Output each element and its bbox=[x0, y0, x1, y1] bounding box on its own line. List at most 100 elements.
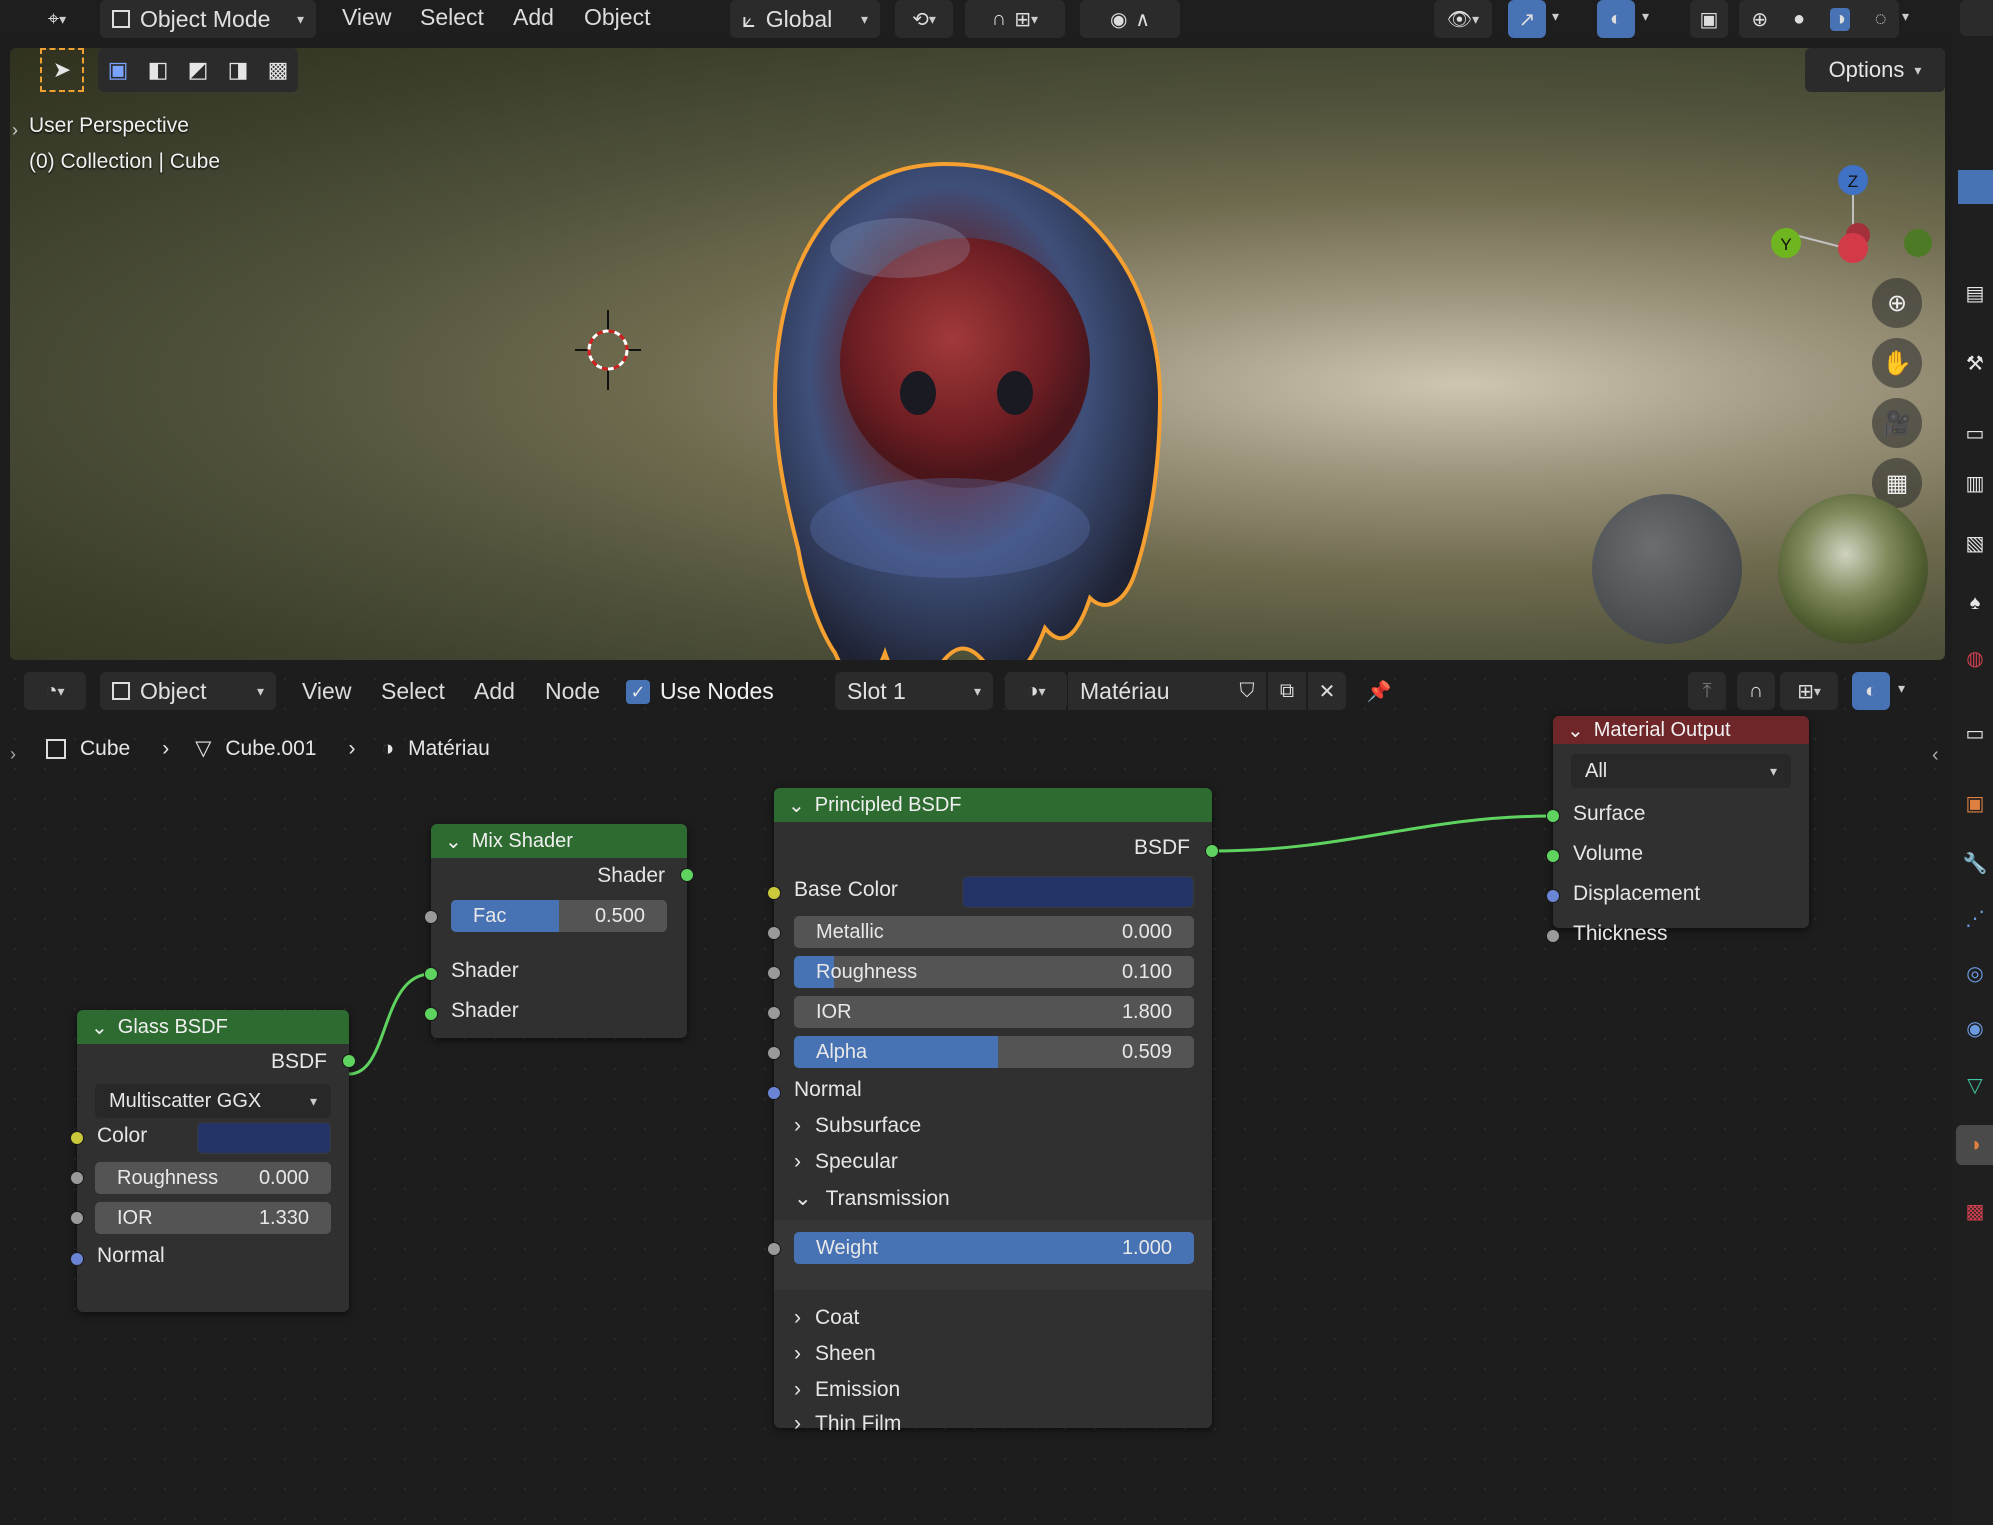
glass-bsdf-output-socket[interactable] bbox=[342, 1054, 356, 1068]
principled-base-color-swatch[interactable] bbox=[962, 876, 1194, 908]
menu-view[interactable]: View bbox=[342, 4, 391, 31]
tool-tab-icon[interactable]: ▤ bbox=[1962, 280, 1988, 306]
principled-ior-field[interactable]: IOR 1.800 bbox=[794, 996, 1194, 1028]
panel-coat[interactable]: › Coat bbox=[794, 1306, 859, 1330]
select-intersect-icon[interactable]: ▩ bbox=[268, 57, 289, 83]
sidebar-toggle-arrow[interactable]: › bbox=[12, 120, 18, 141]
particles-tab-icon[interactable]: ⋰ bbox=[1962, 905, 1988, 931]
overlays-toggle-button[interactable]: ◐ bbox=[1597, 0, 1635, 38]
glass-bsdf-node[interactable]: ⌄ Glass BSDF BSDF Multiscatter GGX ▾ Col… bbox=[70, 1010, 356, 1312]
object-tab-icon[interactable]: ▣ bbox=[1962, 790, 1988, 816]
glass-color-socket[interactable] bbox=[70, 1131, 84, 1145]
glass-ior-socket[interactable] bbox=[70, 1211, 84, 1225]
properties-header-button[interactable] bbox=[1960, 0, 1993, 36]
glass-roughness-socket[interactable] bbox=[70, 1171, 84, 1185]
output-volume-socket[interactable] bbox=[1546, 849, 1560, 863]
mix-node-header[interactable]: ⌄ Mix Shader bbox=[431, 824, 687, 858]
outliner-selected-row[interactable] bbox=[1958, 170, 1993, 204]
3d-viewport[interactable]: ➤ ▣ ◧ ◩ ◨ ▩ Options ▾ › User Perspective … bbox=[10, 48, 1945, 660]
select-extend-icon[interactable]: ◧ bbox=[148, 57, 169, 83]
data-tab-icon[interactable]: ▽ bbox=[1962, 1072, 1988, 1098]
shader-editor[interactable]: ◔ ▾ Object ▾ View Select Add Node ✓ Use N… bbox=[0, 664, 1945, 1525]
principled-roughness-field[interactable]: Roughness 0.100 bbox=[794, 956, 1194, 988]
mix-fac-socket[interactable] bbox=[424, 910, 438, 924]
panel-sheen[interactable]: › Sheen bbox=[794, 1342, 876, 1366]
material-preview-shading-icon[interactable]: ◑ bbox=[1829, 7, 1850, 31]
principled-base-color-socket[interactable] bbox=[767, 886, 781, 900]
zoom-button[interactable]: ⊕ bbox=[1872, 278, 1922, 328]
principled-bsdf-output-socket[interactable] bbox=[1205, 844, 1219, 858]
gizmo-toggle-button[interactable]: ↗ bbox=[1508, 0, 1546, 38]
options-dropdown[interactable]: Options ▾ bbox=[1805, 48, 1945, 92]
material-tab-icon[interactable]: ◑ bbox=[1956, 1125, 1993, 1165]
output-target-dropdown[interactable]: All ▾ bbox=[1571, 754, 1791, 788]
xray-toggle-button[interactable]: ▣ bbox=[1690, 0, 1728, 38]
principled-metallic-field[interactable]: Metallic 0.000 bbox=[794, 916, 1194, 948]
pivot-point-button[interactable]: ⟲ ▾ bbox=[895, 0, 953, 38]
chevron-down-icon[interactable]: ▾ bbox=[1552, 8, 1559, 26]
output-tab-icon[interactable]: ▭ bbox=[1962, 420, 1988, 446]
mix-shader-node[interactable]: ⌄ Mix Shader Shader Fac 0.500 Shader Sha… bbox=[424, 824, 694, 1038]
solid-shading-icon[interactable]: ● bbox=[1793, 8, 1805, 31]
menu-select[interactable]: Select bbox=[420, 4, 484, 31]
physics-tab-icon[interactable]: ◎ bbox=[1962, 960, 1988, 986]
panel-thin-film[interactable]: › Thin Film bbox=[794, 1412, 901, 1436]
panel-specular[interactable]: › Specular bbox=[794, 1150, 898, 1174]
collection-tab-icon[interactable]: ▭ bbox=[1962, 720, 1988, 746]
menu-object[interactable]: Object bbox=[584, 4, 650, 31]
mode-dropdown[interactable]: Object Mode ▾ bbox=[100, 0, 316, 38]
pan-button[interactable]: ✋ bbox=[1872, 338, 1922, 388]
mix-shader-output-socket[interactable] bbox=[680, 868, 694, 882]
glass-node-header[interactable]: ⌄ Glass BSDF bbox=[77, 1010, 349, 1044]
principled-alpha-socket[interactable] bbox=[767, 1046, 781, 1060]
select-invert-icon[interactable]: ◨ bbox=[228, 57, 249, 83]
output-displacement-socket[interactable] bbox=[1546, 889, 1560, 903]
constraints-tab-icon[interactable]: ◉ bbox=[1962, 1015, 1988, 1041]
wireframe-shading-icon[interactable]: ⊕ bbox=[1751, 7, 1768, 32]
glass-roughness-field[interactable]: Roughness 0.000 bbox=[95, 1162, 331, 1194]
principled-bsdf-node[interactable]: ⌄ Principled BSDF BSDF Base Color Metall… bbox=[767, 788, 1219, 1435]
texture-tab-icon[interactable]: ▩ bbox=[1962, 1198, 1988, 1224]
menu-add[interactable]: Add bbox=[513, 4, 554, 31]
select-tool-button[interactable]: ➤ bbox=[40, 48, 84, 92]
select-new-icon[interactable]: ▣ bbox=[108, 57, 129, 83]
snapping-button[interactable]: ∩ ⊞ ▾ bbox=[965, 0, 1065, 38]
glass-ior-field[interactable]: IOR 1.330 bbox=[95, 1202, 331, 1234]
principled-metallic-socket[interactable] bbox=[767, 926, 781, 940]
glass-normal-socket[interactable] bbox=[70, 1252, 84, 1266]
principled-weight-field[interactable]: Weight 1.000 bbox=[794, 1232, 1194, 1264]
principled-normal-socket[interactable] bbox=[767, 1086, 781, 1100]
world-tab-icon[interactable]: ◍ bbox=[1962, 645, 1988, 671]
principled-ior-socket[interactable] bbox=[767, 1006, 781, 1020]
output-surface-socket[interactable] bbox=[1546, 809, 1560, 823]
chevron-down-icon[interactable]: ▾ bbox=[1642, 8, 1649, 26]
mix-shader-input-2-socket[interactable] bbox=[424, 1007, 438, 1021]
glass-color-swatch[interactable] bbox=[197, 1122, 331, 1154]
proportional-editing-button[interactable]: ◉ ∧ bbox=[1080, 0, 1180, 38]
principled-weight-socket[interactable] bbox=[767, 1242, 781, 1256]
editor-type-button[interactable]: ⌖ ▾ bbox=[28, 0, 86, 38]
jelly-object[interactable] bbox=[710, 108, 1190, 660]
principled-node-header[interactable]: ⌄ Principled BSDF bbox=[774, 788, 1212, 822]
render-tab-icon[interactable]: ⚒ bbox=[1962, 350, 1988, 376]
panel-subsurface[interactable]: › Subsurface bbox=[794, 1114, 921, 1138]
principled-alpha-field[interactable]: Alpha 0.509 bbox=[794, 1036, 1194, 1068]
output-node-header[interactable]: ⌄ Material Output bbox=[1553, 716, 1809, 744]
glass-distribution-dropdown[interactable]: Multiscatter GGX ▾ bbox=[95, 1084, 331, 1118]
output-thickness-socket[interactable] bbox=[1546, 929, 1560, 943]
select-subtract-icon[interactable]: ◩ bbox=[188, 57, 209, 83]
view-layer-tab-icon[interactable]: ▥ bbox=[1962, 470, 1988, 496]
mix-shader-input-1-socket[interactable] bbox=[424, 967, 438, 981]
visibility-button[interactable]: 👁 ▾ bbox=[1434, 0, 1492, 38]
panel-transmission[interactable]: ⌄ Transmission bbox=[794, 1186, 950, 1211]
chevron-down-icon[interactable]: ▾ bbox=[1902, 8, 1909, 26]
principled-roughness-socket[interactable] bbox=[767, 966, 781, 980]
transform-orientation-dropdown[interactable]: ⟀ Global ▾ bbox=[730, 0, 880, 38]
camera-view-button[interactable]: 🎥 bbox=[1872, 398, 1922, 448]
scene-tab-icon[interactable]: ▧ bbox=[1962, 530, 1988, 556]
material-output-node[interactable]: ⌄ Material Output All ▾ Surface Volume D… bbox=[1546, 716, 1809, 945]
navigation-gizmo[interactable]: Z Y bbox=[1760, 108, 1940, 288]
mix-fac-field[interactable]: Fac 0.500 bbox=[451, 900, 667, 932]
rendered-shading-icon[interactable]: ◌ bbox=[1875, 8, 1887, 31]
modifier-tab-icon[interactable]: 🔧 bbox=[1962, 850, 1988, 876]
